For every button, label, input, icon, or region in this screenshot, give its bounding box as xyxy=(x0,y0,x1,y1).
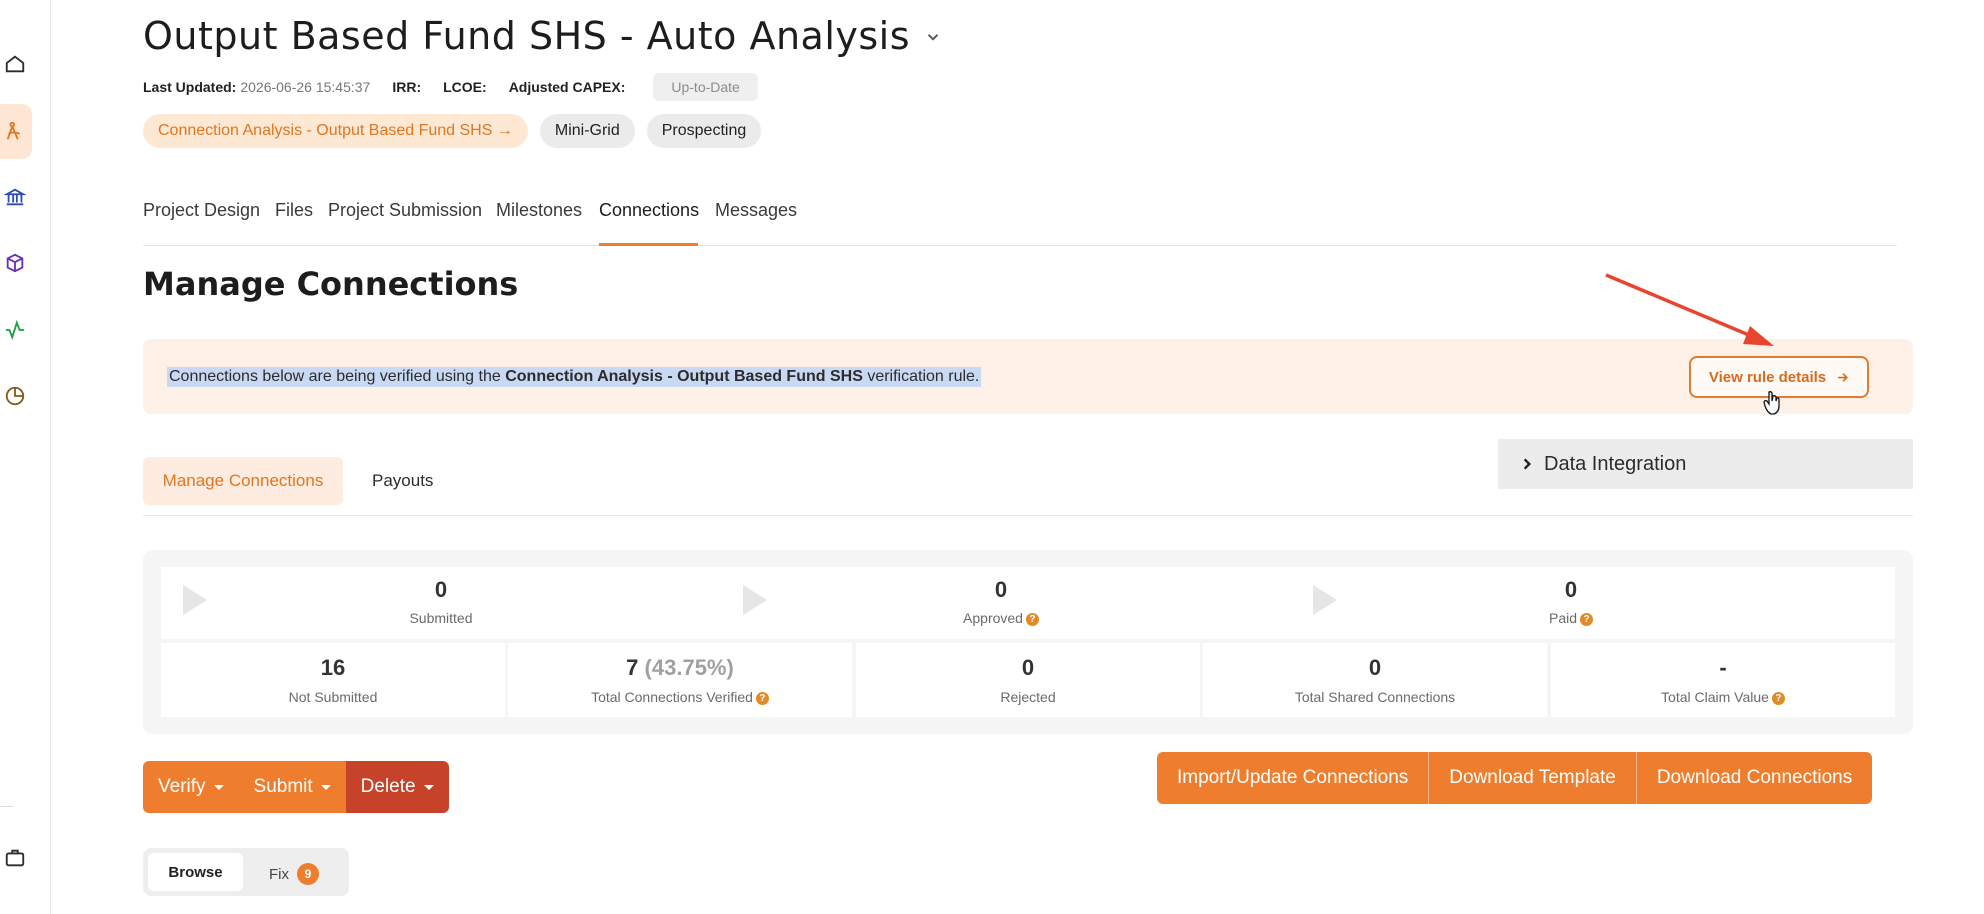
help-icon[interactable]: ? xyxy=(1025,612,1039,626)
title-row: Output Based Fund SHS - Auto Analysis xyxy=(143,14,942,58)
help-icon[interactable]: ? xyxy=(755,691,769,705)
irr-label: IRR: xyxy=(392,79,422,95)
active-tab-indicator xyxy=(599,243,698,246)
banner-text: Connections below are being verified usi… xyxy=(167,367,982,387)
sidebar-divider xyxy=(0,806,14,807)
verify-dropdown-button[interactable]: Verify xyxy=(143,761,239,813)
file-action-group: Import/Update Connections Download Templ… xyxy=(1157,752,1873,804)
subtab-manage-connections[interactable]: Manage Connections xyxy=(143,457,343,505)
stat-total-claim-value: - Total Claim Value? xyxy=(1551,643,1895,717)
download-connections-button[interactable]: Download Connections xyxy=(1635,752,1873,804)
mini-grid-tag: Mini-Grid xyxy=(539,114,635,148)
tab-project-design[interactable]: Project Design xyxy=(143,200,260,221)
stat-rejected: 0 Rejected xyxy=(856,643,1200,717)
chevron-down-icon[interactable] xyxy=(924,22,942,51)
stat-not-submitted: 16 Not Submitted xyxy=(161,643,505,717)
tab-connections[interactable]: Connections xyxy=(599,200,699,221)
last-updated-value: 2026-06-26 15:45:37 xyxy=(240,79,371,95)
tab-milestones[interactable]: Milestones xyxy=(496,200,582,221)
data-integration-toggle[interactable]: Data Integration xyxy=(1498,439,1913,489)
delete-dropdown-button[interactable]: Delete xyxy=(345,761,449,813)
submit-dropdown-button[interactable]: Submit xyxy=(238,761,346,813)
left-sidebar xyxy=(0,0,51,914)
stage-row: 0 Submitted 0 Approved? 0 Paid? xyxy=(161,567,1895,639)
subtab-payouts[interactable]: Payouts xyxy=(372,471,433,491)
project-tags: Connection Analysis - Output Based Fund … xyxy=(143,114,762,148)
bulk-action-group: Verify Submit Delete xyxy=(143,761,449,813)
home-icon[interactable] xyxy=(0,49,30,79)
fix-count-badge: 9 xyxy=(297,863,319,885)
tab-messages[interactable]: Messages xyxy=(715,200,797,221)
stat-total-shared: 0 Total Shared Connections xyxy=(1203,643,1547,717)
stage-paid: 0 Paid? xyxy=(1291,567,1851,639)
connection-analysis-tag[interactable]: Connection Analysis - Output Based Fund … xyxy=(143,114,528,148)
project-meta: Last Updated: 2026-06-26 15:45:37 IRR: L… xyxy=(143,73,758,101)
last-updated-label: Last Updated: xyxy=(143,79,237,95)
download-template-button[interactable]: Download Template xyxy=(1428,752,1636,804)
verification-banner: Connections below are being verified usi… xyxy=(143,339,1913,414)
stage-approved: 0 Approved? xyxy=(721,567,1281,639)
pie-chart-icon[interactable] xyxy=(0,381,30,411)
import-update-connections-button[interactable]: Import/Update Connections xyxy=(1157,752,1429,804)
fix-mode-button[interactable]: Fix 9 xyxy=(269,863,319,885)
browse-mode-button[interactable]: Browse xyxy=(148,853,243,891)
arrow-right-icon xyxy=(1838,372,1849,382)
compass-draft-icon[interactable] xyxy=(0,116,30,146)
chevron-right-icon xyxy=(1523,458,1531,470)
caret-down-icon xyxy=(213,784,224,790)
view-mode-toggle: Browse Fix 9 xyxy=(143,848,349,896)
pointer-cursor-icon xyxy=(1763,391,1780,415)
help-icon[interactable]: ? xyxy=(1771,691,1785,705)
stat-total-verified: 7 (43.75%) Total Connections Verified? xyxy=(508,643,852,717)
connection-stats-panel: 0 Submitted 0 Approved? 0 Paid? 16 Not S… xyxy=(143,550,1913,734)
section-title: Manage Connections xyxy=(143,265,519,303)
connections-subtabs: Manage Connections Payouts Data Integrat… xyxy=(143,439,1913,516)
tab-files[interactable]: Files xyxy=(275,200,313,221)
briefcase-icon[interactable] xyxy=(0,843,30,873)
package-icon[interactable] xyxy=(0,248,30,278)
prospecting-tag: Prospecting xyxy=(646,114,762,148)
help-icon[interactable]: ? xyxy=(1580,612,1594,626)
annotation-arrow xyxy=(1605,273,1774,346)
stage-submitted: 0 Submitted xyxy=(161,567,721,639)
activity-icon[interactable] xyxy=(0,315,30,345)
page-title: Output Based Fund SHS - Auto Analysis xyxy=(143,14,911,58)
summary-cells: 16 Not Submitted 7 (43.75%) Total Connec… xyxy=(161,643,1895,717)
tab-project-submission[interactable]: Project Submission xyxy=(328,200,482,221)
rule-name: Connection Analysis - Output Based Fund … xyxy=(505,368,863,385)
capex-label: Adjusted CAPEX: xyxy=(508,79,626,95)
project-tabs: Project Design Files Project Submission … xyxy=(143,196,1897,246)
caret-down-icon xyxy=(320,784,331,790)
status-badge: Up-to-Date xyxy=(653,73,758,101)
bank-icon[interactable] xyxy=(0,182,30,212)
caret-down-icon xyxy=(423,784,434,790)
lcoe-label: LCOE: xyxy=(443,79,487,95)
